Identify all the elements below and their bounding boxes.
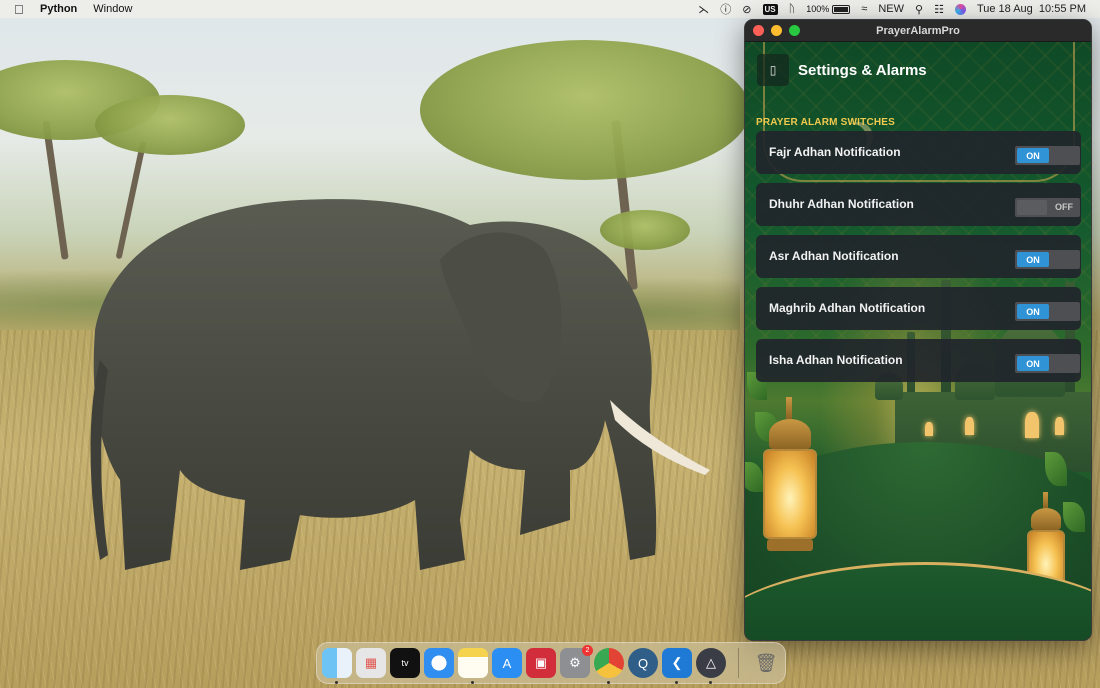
safari-icon[interactable]: ✵: [424, 648, 454, 678]
asr-toggle[interactable]: ON: [1015, 250, 1080, 269]
input-source-label[interactable]: NEW: [878, 3, 904, 15]
large-lantern-illustration: [757, 397, 823, 557]
toggle-knob: [1017, 200, 1047, 215]
menubar-clock[interactable]: Tue 18 Aug 10:55 PM: [977, 3, 1086, 15]
vscode-icon[interactable]: ❮: [662, 648, 692, 684]
menu-window[interactable]: Window: [93, 3, 132, 15]
toggle-on-label: ON: [1017, 252, 1049, 267]
info-icon[interactable]: ⓘ: [720, 1, 731, 17]
alarm-row-dhuhr: Dhuhr Adhan Notification OFF: [756, 183, 1081, 226]
finder-icon[interactable]: [322, 648, 352, 684]
launchpad-icon[interactable]: ▦: [356, 648, 386, 678]
prayer-alarm-window: PrayerAlarmPro ▯ Settings & Alarms PRAYE…: [744, 19, 1092, 641]
battery-status[interactable]: 100%: [806, 4, 851, 14]
alarm-label: Asr Adhan Notification: [769, 248, 899, 263]
menubar-status-area: ⋋ ⓘ ⊘ US ᚢ 100% ≈ NEW ⚲ ☷ Tue 18 Aug 10:…: [698, 1, 1100, 17]
fajr-toggle[interactable]: ON: [1015, 146, 1080, 165]
apple-menu-icon[interactable]: : [14, 2, 28, 17]
battery-icon: [832, 4, 851, 14]
keyboard-layout-badge[interactable]: US: [762, 3, 778, 15]
apple-tv-icon[interactable]: tv: [390, 648, 420, 678]
bluetooth-icon[interactable]: ᚢ: [789, 3, 796, 15]
alarm-label: Isha Adhan Notification: [769, 352, 903, 367]
spotlight-search-icon[interactable]: ⚲: [915, 3, 923, 16]
toggle-off-label: OFF: [1055, 202, 1073, 212]
alarm-label: Fajr Adhan Notification: [769, 144, 901, 159]
dock-separator: [738, 648, 739, 678]
trash-icon[interactable]: 🗑: [751, 648, 781, 678]
alarm-row-fajr: Fajr Adhan Notification ON: [756, 131, 1081, 174]
battery-percent: 100%: [806, 4, 830, 14]
toggle-on-label: ON: [1017, 148, 1049, 163]
system-settings-icon[interactable]: ⚙ 2: [560, 645, 593, 678]
back-icon: ▯: [769, 63, 777, 77]
dhuhr-toggle[interactable]: OFF: [1015, 198, 1080, 217]
alarm-label: Dhuhr Adhan Notification: [769, 196, 914, 211]
alarm-list: Fajr Adhan Notification ON Dhuhr Adhan N…: [756, 131, 1081, 391]
mute-icon[interactable]: ⊘: [742, 3, 751, 16]
notes-icon[interactable]: [458, 648, 488, 684]
header: ▯ Settings & Alarms: [757, 54, 927, 86]
notification-badge: 2: [582, 645, 593, 656]
section-label: PRAYER ALARM SWITCHES: [756, 117, 896, 128]
app-store-icon[interactable]: A: [492, 648, 522, 678]
toggle-on-label: ON: [1017, 356, 1049, 371]
wifi-icon[interactable]: ≈: [861, 3, 867, 15]
menubar:  Python Window ⋋ ⓘ ⊘ US ᚢ 100% ≈ NEW ⚲ …: [0, 0, 1100, 18]
control-center-icon[interactable]: ☷: [934, 3, 944, 16]
alarm-row-maghrib: Maghrib Adhan Notification ON: [756, 287, 1081, 330]
window-title: PrayerAlarmPro: [876, 24, 960, 37]
alarm-label: Maghrib Adhan Notification: [769, 300, 926, 315]
settings-screen: ▯ Settings & Alarms PRAYER ALARM SWITCHE…: [745, 42, 1091, 640]
dock: ▦ tv ✵ A ▣ ⚙ 2 Q ❮ △ 🗑: [316, 642, 786, 684]
page-title: Settings & Alarms: [798, 61, 927, 79]
isha-toggle[interactable]: ON: [1015, 354, 1080, 373]
menubar-app-name[interactable]: Python: [40, 3, 77, 15]
cpu-monitor-icon[interactable]: ⋋: [698, 3, 709, 16]
quicktime-icon[interactable]: Q: [628, 648, 658, 678]
alarm-row-asr: Asr Adhan Notification ON: [756, 235, 1081, 278]
siri-icon[interactable]: [954, 3, 966, 15]
maghrib-toggle[interactable]: ON: [1015, 302, 1080, 321]
toggle-on-label: ON: [1017, 304, 1049, 319]
chrome-icon[interactable]: [594, 648, 624, 684]
back-button[interactable]: ▯: [757, 54, 789, 86]
window-titlebar[interactable]: PrayerAlarmPro: [745, 20, 1091, 42]
photo-booth-icon[interactable]: ▣: [526, 648, 556, 678]
elephant-image: [90, 199, 710, 570]
alarm-row-isha: Isha Adhan Notification ON: [756, 339, 1081, 382]
kite-icon[interactable]: △: [696, 648, 726, 684]
